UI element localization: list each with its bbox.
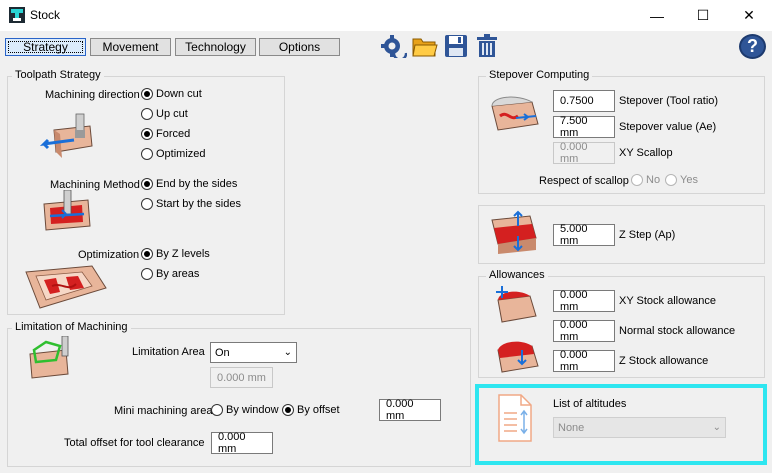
tool-clearance-field[interactable]: 0.000 mm — [211, 431, 273, 455]
radio-label: Forced — [156, 128, 191, 140]
radio-dot — [631, 174, 643, 186]
chevron-down-icon: ⌄ — [712, 422, 721, 433]
respect-scallop-label: Respect of scallop — [539, 175, 629, 187]
radio-optimized[interactable]: Optimized — [141, 148, 206, 160]
optimization-label: Optimization — [78, 249, 140, 261]
help-icon[interactable]: ? — [739, 34, 766, 59]
machining-direction-illustration — [39, 112, 96, 160]
radio-by-window[interactable]: By window — [211, 404, 279, 416]
machining-direction-label: Machining direction — [45, 89, 140, 101]
chevron-down-icon: ⌄ — [283, 347, 292, 358]
limitation-area-offset-field: 0.000 mm — [210, 367, 273, 388]
xy-scallop-field: 0.000 mm — [553, 141, 615, 165]
radio-by-areas[interactable]: By areas — [141, 268, 199, 280]
window-title: Stock — [30, 8, 61, 22]
radio-dot — [141, 178, 153, 190]
optimization-illustration — [22, 262, 108, 312]
radio-dot — [141, 148, 153, 160]
xy-allowance-illustration — [494, 284, 540, 326]
z-allowance-field[interactable]: 0.000 mm — [553, 349, 615, 373]
radio-label: No — [646, 174, 661, 186]
stepover-tool-ratio-label: Stepover (Tool ratio) — [619, 95, 719, 107]
zstep-illustration — [488, 210, 540, 256]
radio-dot — [141, 268, 153, 280]
z-allowance-illustration — [494, 336, 542, 378]
trash-icon[interactable] — [473, 33, 501, 59]
stepover-ae-label: Stepover value (Ae) — [619, 121, 717, 133]
stepover-ae-field[interactable]: 7.500 mm — [553, 115, 615, 139]
radio-dot — [141, 88, 153, 100]
radio-label: End by the sides — [156, 178, 238, 190]
radio-label: By Z levels — [156, 248, 210, 260]
save-icon[interactable] — [442, 33, 470, 59]
limitation-area-select[interactable]: On ⌄ — [210, 342, 297, 363]
normal-allowance-field[interactable]: 0.000 mm — [553, 319, 615, 343]
stepover-illustration — [488, 92, 544, 136]
radio-scallop-no[interactable]: No — [631, 174, 660, 186]
radio-dot — [665, 174, 677, 186]
xy-scallop-label: XY Scallop — [619, 147, 673, 159]
normal-allowance-label: Normal stock allowance — [619, 325, 736, 337]
tab-options[interactable]: Options — [259, 38, 340, 56]
radio-label: Yes — [680, 174, 698, 186]
app-icon — [9, 7, 25, 23]
radio-by-z-levels[interactable]: By Z levels — [141, 248, 210, 260]
radio-label: By areas — [156, 268, 200, 280]
radio-dot — [141, 248, 153, 260]
radio-label: Start by the sides — [156, 198, 241, 210]
radio-label: By offset — [297, 404, 340, 416]
allowances-title: Allowances — [486, 269, 548, 281]
radio-label: By window — [226, 404, 279, 416]
radio-down-cut[interactable]: Down cut — [141, 88, 202, 100]
radio-label: Down cut — [156, 88, 202, 100]
z-allowance-label: Z Stock allowance — [619, 355, 709, 367]
mini-machining-area-label: Mini machining area — [114, 405, 213, 417]
tab-movement[interactable]: Movement — [90, 38, 171, 56]
radio-by-offset[interactable]: By offset — [282, 404, 340, 416]
radio-dot — [141, 128, 153, 140]
stepover-tool-ratio-field[interactable]: 0.7500 — [553, 90, 615, 112]
limitation-title: Limitation of Machining — [12, 321, 131, 333]
limitation-area-label: Limitation Area — [132, 346, 205, 358]
maximize-button[interactable]: ☐ — [680, 0, 726, 31]
mini-machining-area-field[interactable]: 0.000 mm — [379, 398, 441, 422]
radio-dot — [141, 198, 153, 210]
radio-up-cut[interactable]: Up cut — [141, 108, 188, 120]
close-button[interactable]: ✕ — [726, 0, 772, 31]
altitudes-select: None ⌄ — [553, 417, 726, 438]
machining-method-illustration — [40, 189, 96, 236]
altitude-list-icon — [497, 393, 533, 443]
open-folder-icon[interactable] — [411, 33, 439, 59]
radio-forced[interactable]: Forced — [141, 128, 190, 140]
radio-dot — [141, 108, 153, 120]
tab-strategy[interactable]: Strategy — [5, 38, 86, 56]
altitudes-value: None — [558, 421, 585, 434]
radio-end-by-sides[interactable]: End by the sides — [141, 178, 237, 190]
limitation-illustration — [26, 335, 74, 382]
altitudes-label: List of altitudes — [553, 398, 627, 410]
stepover-title: Stepover Computing — [486, 69, 593, 81]
xy-allowance-field[interactable]: 0.000 mm — [553, 289, 615, 313]
tool-clearance-label: Total offset for tool clearance — [64, 437, 205, 449]
radio-dot — [211, 404, 223, 416]
radio-label: Up cut — [156, 108, 188, 120]
radio-label: Optimized — [156, 148, 206, 160]
xy-allowance-label: XY Stock allowance — [619, 295, 717, 307]
zstep-label: Z Step (Ap) — [619, 229, 676, 241]
radio-dot — [282, 404, 294, 416]
toolpath-strategy-title: Toolpath Strategy — [12, 69, 104, 81]
tab-technology[interactable]: Technology — [175, 38, 256, 56]
radio-start-by-sides[interactable]: Start by the sides — [141, 198, 241, 210]
zstep-field[interactable]: 5.000 mm — [553, 223, 615, 247]
radio-scallop-yes[interactable]: Yes — [665, 174, 698, 186]
settings-refresh-icon[interactable] — [380, 33, 408, 59]
minimize-button[interactable]: — — [634, 0, 680, 31]
limitation-area-value: On — [215, 346, 230, 359]
